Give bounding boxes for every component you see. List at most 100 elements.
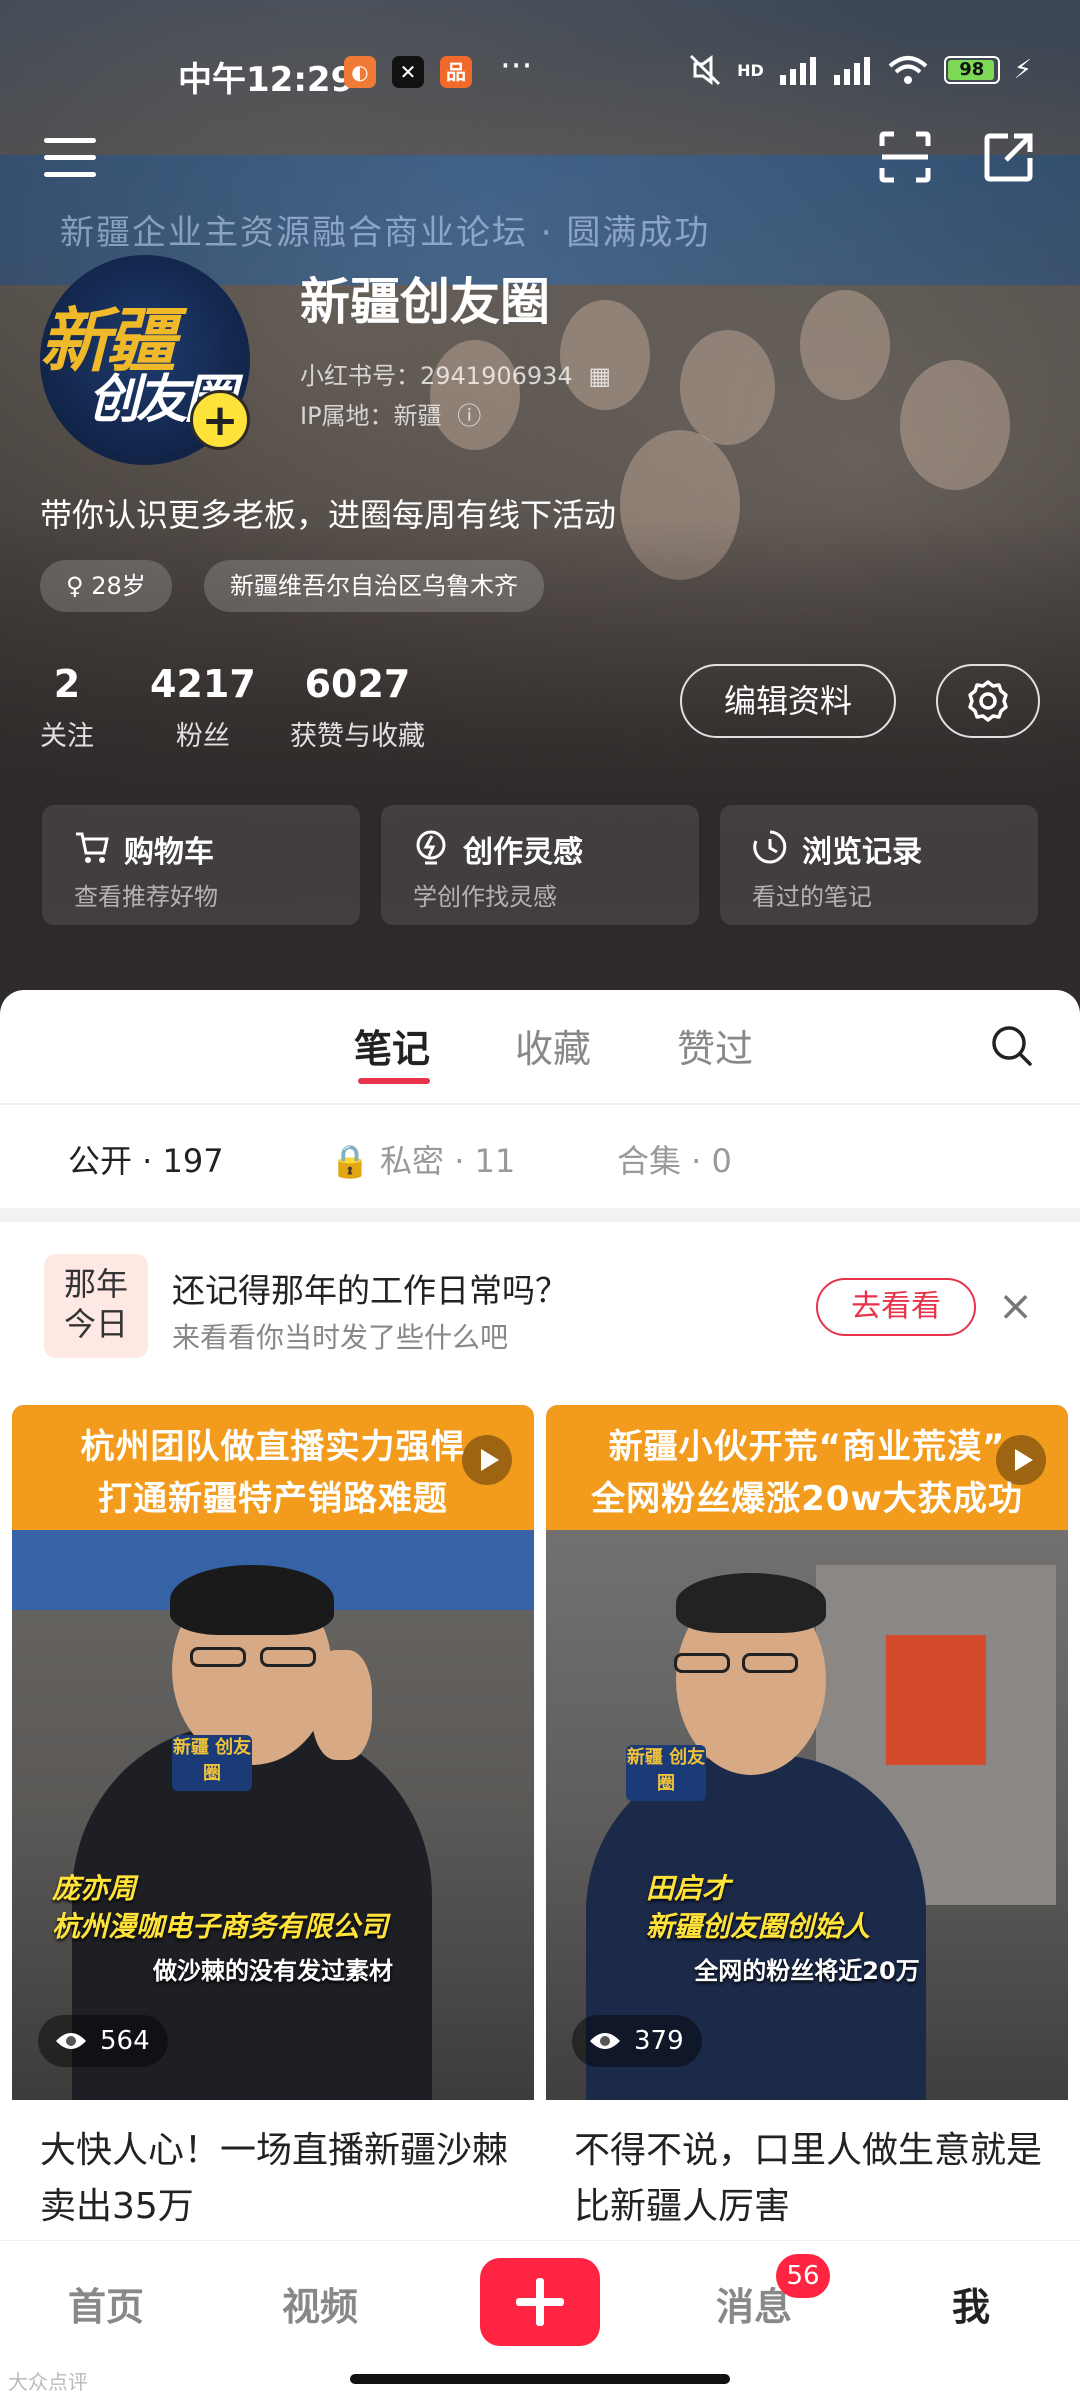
view-memory-button[interactable]: 去看看: [816, 1278, 976, 1336]
mic-logo: 新疆 创友圈: [172, 1735, 252, 1791]
caption-company: 杭州漫咖电子商务有限公司: [52, 1910, 389, 1943]
watermark: 大众点评: [8, 2370, 88, 2394]
subtab-albums[interactable]: 合集 · 0: [617, 1136, 732, 1182]
memory-subtitle: 来看看你当时发了些什么吧: [172, 1321, 509, 1354]
qrcode-icon[interactable]: ▦: [588, 362, 611, 390]
settings-button[interactable]: [936, 664, 1040, 738]
note-cover-header: 杭州团队做直播实力强悍 打通新疆特产销路难题: [12, 1405, 534, 1530]
memory-badge-bottom: 今日: [63, 1305, 128, 1343]
menu-icon[interactable]: [44, 138, 96, 182]
nav-video[interactable]: 视频: [282, 2276, 358, 2331]
active-tab-indicator: [358, 1078, 430, 1084]
cover-headline-2: 打通新疆特产销路难题: [98, 1479, 448, 1519]
bulb-icon: [416, 830, 446, 865]
tab-notes[interactable]: 笔记: [354, 1018, 430, 1073]
battery-icon: 98: [943, 56, 1000, 84]
info-icon[interactable]: ⓘ: [457, 402, 481, 430]
bio[interactable]: 带你认识更多老板，进圈每周有线下活动: [40, 490, 616, 536]
subtab-private-label: 私密 · 11: [380, 1142, 516, 1180]
inspiration-card[interactable]: 创作灵感 学创作找灵感: [381, 805, 699, 925]
caption-subtitle: 全网的粉丝将近20万: [694, 1957, 920, 1985]
note-card[interactable]: 新疆 创友圈 杭州团队做直播实力强悍 打通新疆特产销路难题 庞亦周 杭州漫咖电子…: [12, 1405, 534, 2245]
cover-headline-1: 杭州团队做直播实力强悍: [80, 1427, 466, 1467]
caption-name: 田启才: [646, 1872, 731, 1905]
more-notifications-icon: ···: [500, 46, 533, 86]
signal-icon: [779, 57, 816, 85]
nickname: 新疆创友圈: [300, 273, 550, 331]
battery-level: 98: [959, 59, 985, 80]
followers-label: 粉丝: [175, 721, 230, 752]
mic-logo: 新疆 创友圈: [626, 1745, 706, 1801]
note-title: 大快人心！一场直播新疆沙棘卖出35万: [40, 2130, 509, 2227]
close-icon[interactable]: ×: [998, 1282, 1033, 1330]
history-title: 浏览记录: [802, 835, 922, 870]
cart-title: 购物车: [124, 835, 214, 870]
followers-count: 4217: [150, 662, 256, 706]
charging-icon: ⚡: [1013, 55, 1032, 85]
subtab-private[interactable]: 🔒 私密 · 11: [330, 1136, 515, 1182]
status-bar: 中午12:29 ◐ ✕ 品 ··· HD 98 ⚡: [0, 40, 1080, 110]
memory-title: 还记得那年的工作日常吗？: [172, 1271, 568, 1310]
signal-icon-2: [833, 57, 870, 85]
status-time: 中午12:29: [178, 60, 355, 100]
wifi-icon: [888, 56, 928, 84]
eye-icon: [56, 2033, 86, 2049]
history-card[interactable]: 浏览记录 看过的笔记: [720, 805, 1038, 925]
following-stat[interactable]: 2 关注: [40, 662, 94, 753]
ip-location-text: IP属地：新疆: [300, 402, 442, 430]
tab-liked[interactable]: 赞过: [677, 1018, 753, 1073]
memory-badge-top: 那年: [63, 1265, 128, 1303]
followers-stat[interactable]: 4217 粉丝: [150, 662, 256, 753]
app-notification-icon: ◐: [344, 56, 376, 88]
likes-label: 获赞与收藏: [290, 721, 425, 752]
message-badge: 56: [776, 2254, 830, 2298]
mute-icon: [690, 54, 721, 86]
note-cover-header: 新疆小伙开荒“商业荒漠” 全网粉丝爆涨20w大获成功: [546, 1405, 1068, 1530]
note-card[interactable]: 新疆 创友圈 新疆小伙开荒“商业荒漠” 全网粉丝爆涨20w大获成功 田启才 新疆…: [546, 1405, 1068, 2245]
clock-icon: [753, 830, 787, 864]
location-tag: 新疆维吾尔自治区乌鲁木齐: [204, 560, 544, 612]
tab-collections[interactable]: 收藏: [515, 1018, 591, 1073]
play-icon: [462, 1435, 512, 1485]
following-label: 关注: [40, 721, 94, 752]
search-icon[interactable]: [990, 1024, 1034, 1068]
status-indicators: HD 98 ⚡: [687, 54, 1032, 86]
cart-card[interactable]: 购物车 查看推荐好物: [42, 805, 360, 925]
inspiration-subtitle: 学创作找灵感: [413, 883, 557, 911]
memory-reminder-card[interactable]: 那年 今日 还记得那年的工作日常吗？ 来看看你当时发了些什么吧 去看看 ×: [12, 1224, 1068, 1384]
add-avatar-button[interactable]: +: [190, 390, 250, 450]
nav-home[interactable]: 首页: [68, 2276, 144, 2331]
eye-icon: [590, 2033, 620, 2049]
edit-profile-button[interactable]: 编辑资料: [680, 664, 896, 738]
view-count: 564: [38, 2015, 168, 2067]
share-icon[interactable]: [982, 130, 1036, 184]
home-indicator[interactable]: [350, 2374, 730, 2384]
cart-icon: [76, 832, 109, 863]
caption-subtitle: 做沙棘的没有发过素材: [153, 1957, 393, 1985]
note-cover: 新疆 创友圈 杭州团队做直播实力强悍 打通新疆特产销路难题 庞亦周 杭州漫咖电子…: [12, 1405, 534, 2100]
event-banner-text: 新疆企业主资源融合商业论坛 · 圆满成功: [60, 213, 711, 253]
inspiration-title: 创作灵感: [463, 835, 583, 870]
account-id[interactable]: 小红书号：2941906934 ▦: [300, 356, 611, 391]
view-count-value: 564: [100, 2026, 150, 2056]
cover-headline-2: 全网粉丝爆涨20w大获成功: [591, 1479, 1023, 1519]
caption-name: 庞亦周: [52, 1872, 137, 1905]
note-cover: 新疆 创友圈 新疆小伙开荒“商业荒漠” 全网粉丝爆涨20w大获成功 田启才 新疆…: [546, 1405, 1068, 2100]
nav-me[interactable]: 我: [952, 2276, 990, 2331]
scan-icon[interactable]: [878, 130, 932, 184]
lock-icon: 🔒: [330, 1142, 370, 1180]
tabs-divider: [0, 1103, 1080, 1105]
likes-count: 6027: [304, 662, 411, 706]
account-id-text: 小红书号：2941906934: [300, 362, 573, 390]
play-icon: [996, 1435, 1046, 1485]
subtabs-divider: [0, 1208, 1080, 1222]
caption-company: 新疆创友圈创始人: [646, 1910, 871, 1943]
view-count-value: 379: [634, 2026, 684, 2056]
gender-age-tag: ♀ 28岁: [40, 560, 172, 612]
subtab-public[interactable]: 公开 · 197: [68, 1136, 224, 1182]
create-post-button[interactable]: [480, 2258, 600, 2346]
likes-stat[interactable]: 6027 获赞与收藏: [290, 662, 425, 753]
network-type-label: HD: [737, 60, 764, 80]
following-count: 2: [53, 662, 81, 706]
note-title: 不得不说，口里人做生意就是比新疆人厉害: [574, 2130, 1043, 2227]
